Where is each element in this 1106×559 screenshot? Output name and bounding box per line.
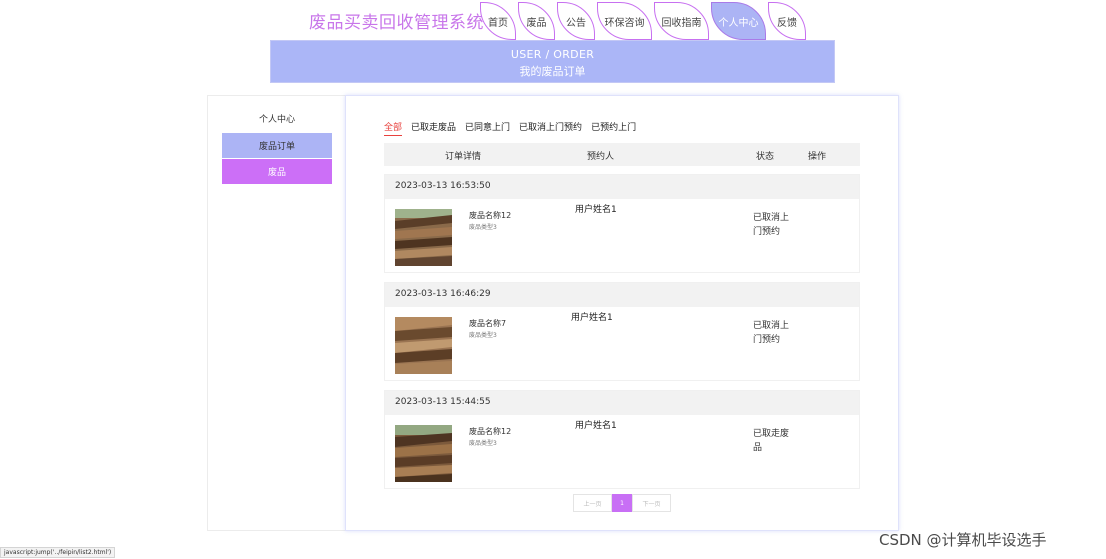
- sidebar-heading: 个人中心: [258, 115, 295, 125]
- header-actions: 操作: [808, 152, 827, 162]
- waste-type: 废品类型3: [469, 440, 497, 447]
- scrap-wood-image-icon: [395, 317, 452, 374]
- tab-cancelled-visit[interactable]: 已取消上门预约: [519, 120, 582, 136]
- sidebar-item-waste[interactable]: 废品: [222, 159, 332, 184]
- header-order-details: 订单详情: [445, 152, 482, 162]
- sidebar-item-waste-orders[interactable]: 废品订单: [222, 133, 332, 158]
- booker-name: 用户姓名1: [575, 205, 617, 215]
- order-card: 2023-03-13 15:44:55 废品名称12 废品类型3 用户姓名1 已…: [384, 390, 860, 489]
- orders-panel: 全部 已取走废品 已同意上门 已取消上门预约 已预约上门 订单详情 预约人 状态…: [345, 95, 899, 531]
- site-title: 废品买卖回收管理系统: [309, 13, 484, 33]
- sidebar: 个人中心 废品订单 废品: [207, 95, 345, 531]
- nav-user-center[interactable]: 个人中心: [711, 2, 766, 40]
- tab-booked-visit[interactable]: 已预约上门: [591, 120, 636, 136]
- waste-name[interactable]: 废品名称12: [469, 210, 511, 221]
- booker-name: 用户姓名1: [575, 421, 617, 431]
- order-status: 已取消上门预约: [753, 213, 790, 237]
- order-card: 2023-03-13 16:53:50 废品名称12 废品类型3 用户姓名1 已…: [384, 174, 860, 273]
- table-header: 订单详情 预约人 状态 操作: [384, 143, 860, 166]
- order-status: 已取走废品: [753, 429, 790, 453]
- nav-waste[interactable]: 废品: [518, 2, 555, 40]
- header-booker: 预约人: [587, 152, 615, 162]
- nav-eco-consult[interactable]: 环保咨询: [597, 2, 652, 40]
- waste-thumbnail[interactable]: [395, 209, 452, 266]
- page-banner: USER / ORDER 我的废品订单: [270, 40, 835, 83]
- tab-all[interactable]: 全部: [384, 120, 403, 136]
- waste-thumbnail[interactable]: [395, 425, 452, 482]
- banner-chinese: 我的废品订单: [519, 65, 586, 78]
- page-number-current[interactable]: 1: [612, 494, 632, 512]
- pagination: 上一页 1 下一页: [573, 494, 671, 512]
- order-status: 已取消上门预约: [753, 321, 790, 345]
- waste-type: 废品类型3: [469, 224, 497, 231]
- nav-feedback[interactable]: 反馈: [768, 2, 806, 40]
- csdn-watermark: CSDN @计算机毕设选手: [879, 531, 1047, 549]
- tab-picked-up[interactable]: 已取走废品: [411, 120, 456, 136]
- waste-type: 废品类型3: [469, 332, 497, 339]
- order-time: 2023-03-13 15:44:55: [385, 391, 859, 415]
- nav-home[interactable]: 首页: [480, 2, 516, 40]
- booker-name: 用户姓名1: [571, 313, 613, 323]
- order-time: 2023-03-13 16:53:50: [385, 175, 859, 199]
- waste-name[interactable]: 废品名称12: [469, 426, 511, 437]
- scrap-wood-image-icon: [395, 425, 452, 482]
- order-card: 2023-03-13 16:46:29 废品名称7 废品类型3 用户姓名1 已取…: [384, 282, 860, 381]
- order-time: 2023-03-13 16:46:29: [385, 283, 859, 307]
- banner-english: USER / ORDER: [510, 48, 595, 61]
- nav-notice[interactable]: 公告: [557, 2, 595, 40]
- prev-page-button[interactable]: 上一页: [573, 494, 612, 512]
- waste-thumbnail[interactable]: [395, 317, 452, 374]
- waste-name[interactable]: 废品名称7: [469, 318, 506, 329]
- tab-agreed-visit[interactable]: 已同意上门: [465, 120, 510, 136]
- nav-recycle-guide[interactable]: 回收指南: [654, 2, 709, 40]
- browser-status-bar: javascript:jump('../feipin/list2.html'): [0, 547, 116, 558]
- scrap-wood-image-icon: [395, 209, 452, 266]
- next-page-button[interactable]: 下一页: [632, 494, 671, 512]
- status-tabs: 全部 已取走废品 已同意上门 已取消上门预约 已预约上门: [384, 120, 645, 136]
- header-status: 状态: [756, 152, 775, 162]
